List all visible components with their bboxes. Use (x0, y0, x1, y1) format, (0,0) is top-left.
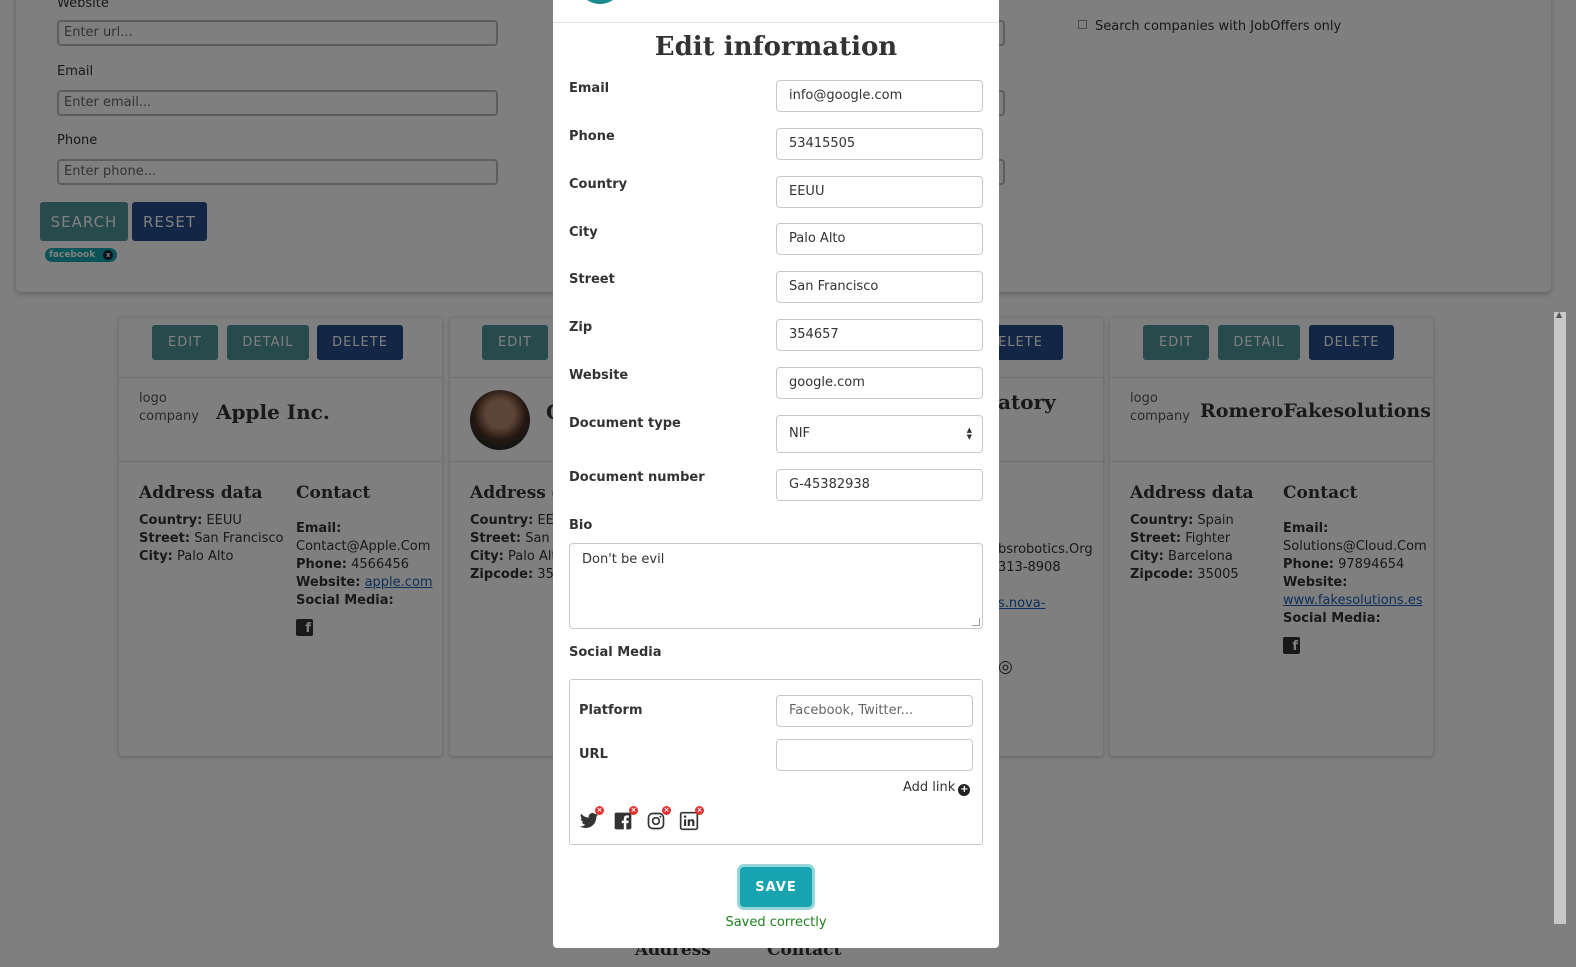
modal-divider (553, 22, 999, 23)
modal-avatar (577, 0, 623, 4)
document-number-label: Document number (569, 470, 705, 485)
social-media-label: Social Media (569, 645, 662, 660)
resize-handle-icon[interactable] (972, 618, 980, 626)
url-label: URL (579, 747, 608, 762)
document-type-select[interactable]: NIF ▲ ▼ (776, 415, 983, 453)
plus-circle-icon: + (958, 784, 971, 796)
phone-label: Phone (569, 129, 615, 144)
city-label: City (569, 225, 598, 240)
twitter-icon[interactable]: × (579, 806, 604, 831)
bio-textarea[interactable]: Don't be evil (569, 543, 983, 629)
add-link-button[interactable]: Add link + (903, 780, 971, 796)
save-button[interactable]: SAVE (740, 867, 812, 907)
modal-title: Edit information (654, 32, 898, 62)
email-field[interactable]: info@google.com (776, 80, 983, 112)
city-field[interactable]: Palo Alto (776, 223, 983, 255)
zip-field[interactable]: 354657 (776, 319, 983, 351)
linkedin-icon[interactable]: × (679, 806, 704, 831)
remove-facebook-icon[interactable]: × (629, 806, 638, 815)
scrollbar[interactable] (1554, 312, 1566, 924)
document-type-value: NIF (789, 426, 811, 441)
bio-text: Don't be evil (582, 552, 665, 567)
saved-message: Saved correctly (725, 915, 827, 930)
country-field[interactable]: EEUU (776, 176, 983, 208)
scroll-up-icon[interactable]: ▲ (1556, 310, 1562, 319)
country-label: Country (569, 177, 628, 192)
phone-field[interactable]: 53415505 (776, 128, 983, 160)
edit-information-modal: Edit information Email info@google.com P… (553, 0, 999, 948)
street-field[interactable]: San Francisco (776, 271, 983, 303)
platform-input[interactable]: Facebook, Twitter... (776, 695, 973, 727)
street-label: Street (569, 272, 615, 287)
website-label: Website (569, 368, 629, 383)
zip-label: Zip (569, 320, 593, 335)
facebook-icon[interactable]: × (613, 806, 638, 831)
document-type-label: Document type (569, 416, 681, 431)
instagram-icon[interactable]: × (646, 806, 671, 831)
document-number-field[interactable]: G-45382938 (776, 469, 983, 501)
remove-linkedin-icon[interactable]: × (695, 806, 704, 815)
platform-label: Platform (579, 703, 643, 718)
remove-instagram-icon[interactable]: × (662, 806, 671, 815)
website-field[interactable]: google.com (776, 367, 983, 399)
add-link-label: Add link (903, 780, 956, 795)
social-media-box: Platform Facebook, Twitter... URL Add li… (569, 679, 983, 845)
remove-twitter-icon[interactable]: × (595, 806, 604, 815)
select-arrows-icon: ▲ ▼ (966, 426, 972, 441)
url-input[interactable] (776, 739, 973, 771)
bio-label: Bio (569, 518, 593, 533)
email-label: Email (569, 81, 610, 96)
